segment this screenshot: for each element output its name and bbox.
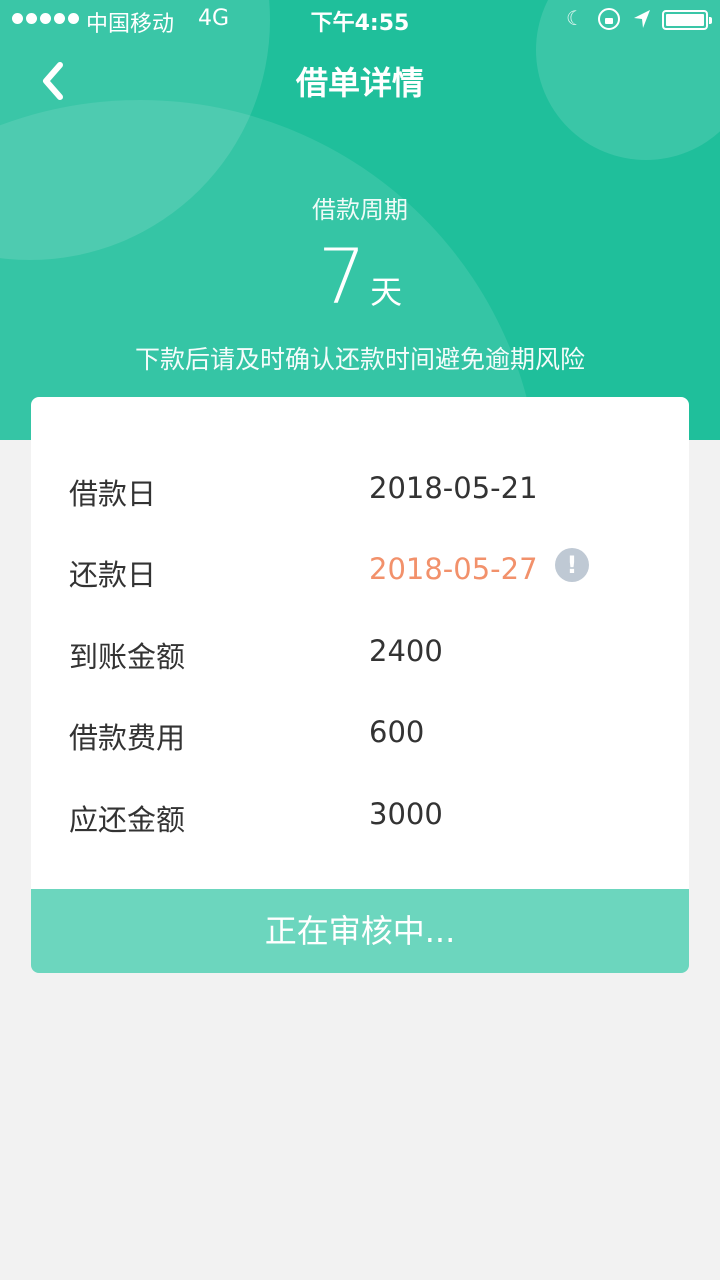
detail-value: 3000 xyxy=(369,797,443,831)
detail-value-due-date: 2018-05-27 xyxy=(369,552,538,586)
location-arrow-icon xyxy=(634,10,650,28)
detail-value: 600 xyxy=(369,715,425,749)
loan-period-value: 7 xyxy=(317,232,367,321)
detail-row-due-date: 还款日 2018-05-27 ! xyxy=(31,540,689,600)
status-bar: 中国移动 4G 下午4:55 ☾ xyxy=(0,0,720,40)
detail-row-amount-due: 应还金额 3000 xyxy=(31,785,689,845)
loan-period-unit: 天 xyxy=(370,273,403,311)
rotation-lock-icon xyxy=(598,8,620,30)
detail-label: 还款日 xyxy=(69,558,157,592)
detail-value: 2018-05-21 xyxy=(369,471,538,505)
loan-details-card: 借款日 2018-05-21 还款日 2018-05-27 ! 到账金额 240… xyxy=(31,397,689,890)
under-review-button[interactable]: 正在审核中... xyxy=(31,889,689,973)
info-warning-icon[interactable]: ! xyxy=(555,548,589,582)
repayment-hint: 下款后请及时确认还款时间避免逾期风险 xyxy=(134,345,585,374)
detail-row-loan-fee: 借款费用 600 xyxy=(31,703,689,763)
detail-row-received-amount: 到账金额 2400 xyxy=(31,622,689,682)
loan-period-label: 借款周期 xyxy=(312,196,408,224)
detail-label: 应还金额 xyxy=(69,803,186,837)
moon-icon: ☾ xyxy=(566,6,584,30)
detail-label: 借款费用 xyxy=(69,721,186,755)
header-banner: 中国移动 4G 下午4:55 ☾ 借单详情 借款周期 7天 下款后请及时确认还款… xyxy=(0,0,720,440)
detail-label: 到账金额 xyxy=(69,640,186,674)
detail-value: 2400 xyxy=(369,634,443,668)
detail-row-loan-date: 借款日 2018-05-21 xyxy=(31,459,689,519)
detail-label: 借款日 xyxy=(69,477,157,511)
page-title: 借单详情 xyxy=(295,64,424,102)
loan-period: 7天 xyxy=(0,232,720,322)
battery-icon xyxy=(662,10,712,30)
